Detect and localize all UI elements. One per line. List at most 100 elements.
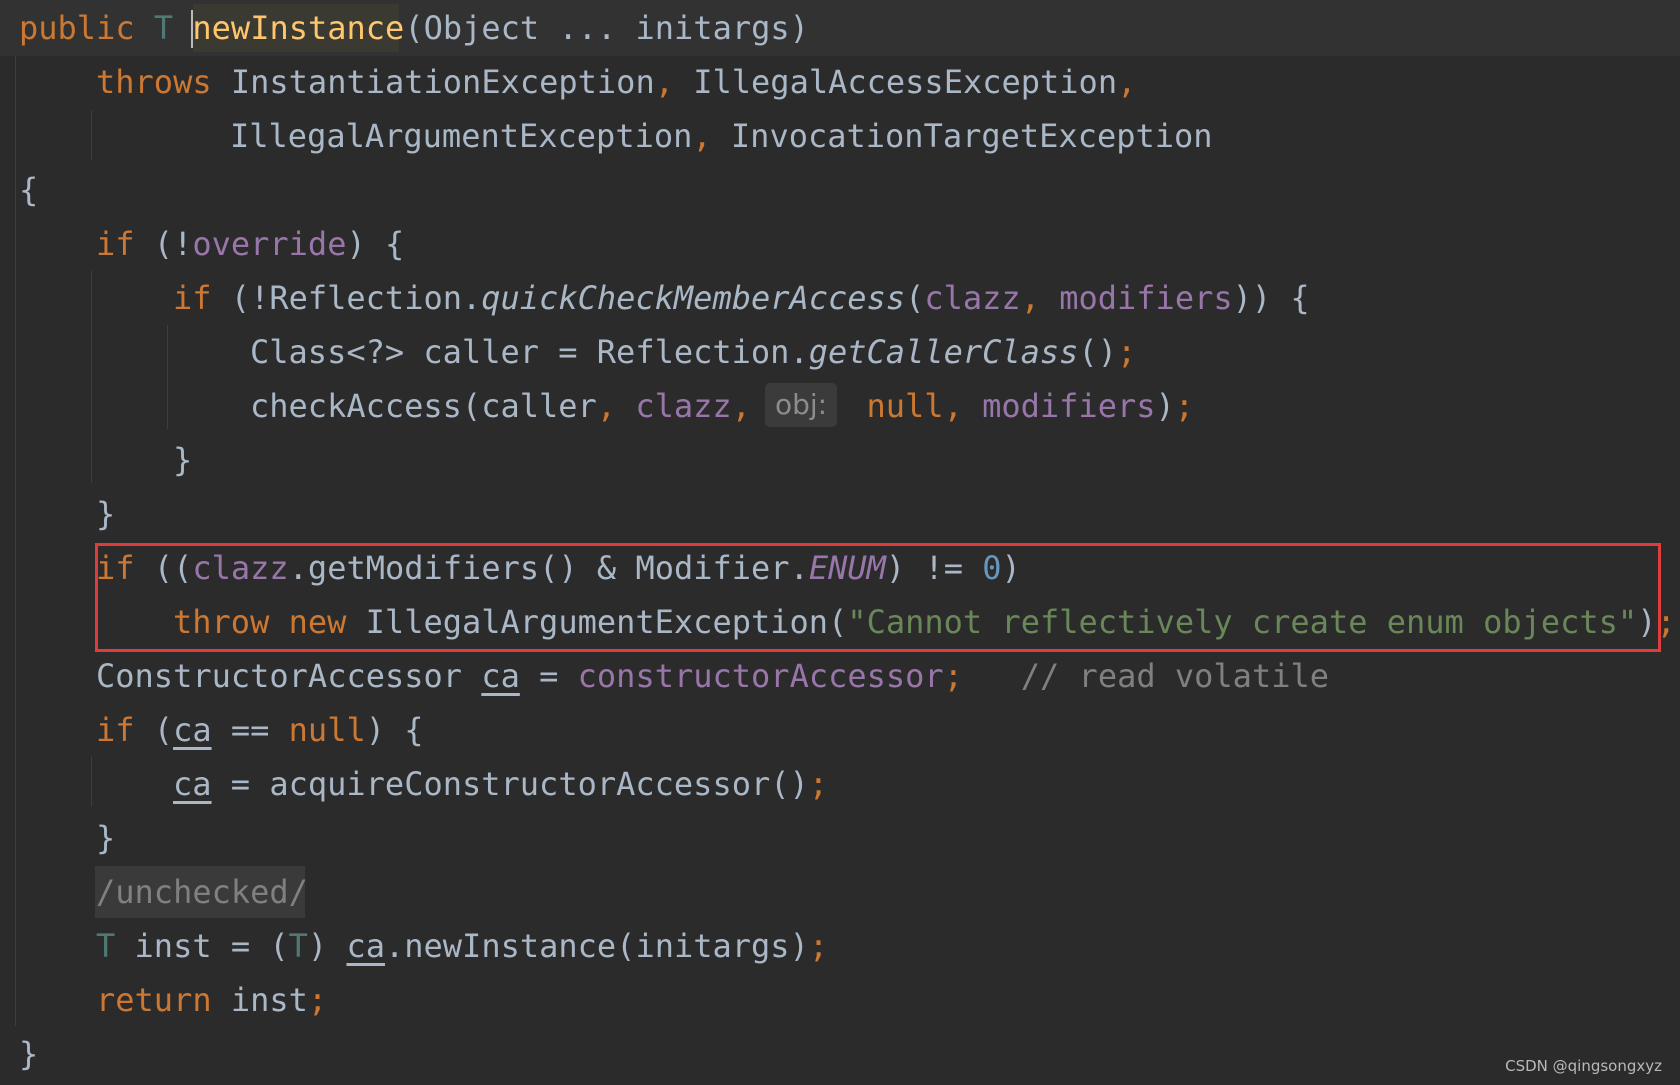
code-token: IllegalArgumentException	[230, 117, 693, 155]
code-line[interactable]: if (!override) {	[96, 217, 404, 271]
code-line[interactable]: T inst = (T) ca.newInstance(initargs);	[96, 919, 828, 973]
code-token: ,	[1117, 63, 1137, 101]
code-token: ==	[211, 711, 289, 749]
text-caret	[191, 10, 193, 48]
code-token: if	[96, 225, 154, 263]
code-token: ;	[943, 657, 1021, 695]
code-line[interactable]: return inst;	[96, 973, 327, 1027]
code-token: if	[173, 279, 231, 317]
code-token: }	[96, 495, 116, 533]
code-token: if	[96, 711, 154, 749]
code-token: )	[1155, 387, 1175, 425]
code-token: = acquireConstructorAccessor()	[211, 765, 809, 803]
code-token: // read volatile	[1020, 657, 1329, 695]
code-token: if	[96, 549, 154, 587]
code-token: ,	[596, 387, 636, 425]
code-token: )) {	[1232, 279, 1310, 317]
indent-guide	[91, 756, 92, 806]
code-line[interactable]: }	[96, 487, 115, 541]
code-token: public	[19, 9, 154, 47]
code-token: 0	[982, 549, 1002, 587]
code-token: ;	[1116, 333, 1137, 371]
code-line[interactable]: ConstructorAccessor ca = constructorAcce…	[96, 649, 1329, 703]
code-token: =	[519, 657, 578, 695]
code-token: /unchecked/	[96, 873, 308, 911]
code-token: T	[153, 9, 193, 47]
code-token: quickCheckMemberAccess	[481, 279, 906, 317]
code-token: getCallerClass	[808, 333, 1079, 371]
code-token: .newInstance(initargs)	[384, 927, 809, 965]
code-line[interactable]: throw new IllegalArgumentException("Cann…	[173, 595, 1676, 649]
code-line[interactable]: {	[19, 163, 38, 217]
code-token: clazz	[635, 387, 732, 425]
code-token: ((	[153, 549, 193, 587]
code-token: IllegalAccessException	[693, 63, 1118, 101]
code-token: (	[905, 279, 925, 317]
code-token: inst	[230, 981, 308, 1019]
code-token: constructorAccessor	[577, 657, 944, 695]
code-token: ,	[943, 387, 983, 425]
code-token: ENUM	[808, 549, 886, 587]
code-token: .getModifiers() & Modifier.	[288, 549, 809, 587]
code-token: ,	[1020, 279, 1060, 317]
code-token: ConstructorAccessor	[96, 657, 482, 695]
code-line[interactable]: if (!Reflection.quickCheckMemberAccess(c…	[173, 271, 1310, 325]
code-token: ca	[481, 657, 520, 695]
code-token: null	[288, 711, 366, 749]
code-token: ;	[808, 927, 829, 965]
code-token: throw new	[173, 603, 366, 641]
code-token: clazz	[192, 549, 289, 587]
code-line[interactable]: IllegalArgumentException, InvocationTarg…	[230, 109, 1213, 163]
code-token: }	[19, 1035, 39, 1073]
code-line[interactable]: checkAccess(caller, clazz, null, modifie…	[250, 379, 1194, 433]
code-token: IllegalArgumentException(	[365, 603, 848, 641]
code-token: )	[1001, 549, 1021, 587]
code-token: ) !=	[885, 549, 983, 587]
code-token: ) {	[365, 711, 424, 749]
code-token: ) {	[346, 225, 405, 263]
code-token: Class<?> caller = Reflection.	[250, 333, 809, 371]
code-token: ,	[731, 387, 867, 425]
code-token: inst = (	[134, 927, 289, 965]
code-token: {	[19, 171, 39, 209]
code-token: )	[307, 927, 347, 965]
code-token: (!Reflection.	[230, 279, 482, 317]
code-token: ;	[1656, 603, 1676, 641]
code-token: ;	[307, 981, 328, 1019]
code-token: throws	[96, 63, 231, 101]
code-token: checkAccess(caller	[250, 387, 597, 425]
code-line[interactable]: }	[19, 1027, 38, 1081]
watermark: CSDN @qingsongxyz	[1505, 1057, 1662, 1075]
code-token: clazz	[924, 279, 1021, 317]
code-line[interactable]: /unchecked/	[96, 865, 308, 919]
code-token: return	[96, 981, 231, 1019]
code-token: ;	[808, 765, 829, 803]
indent-guide	[15, 56, 16, 1026]
code-line[interactable]: if ((clazz.getModifiers() & Modifier.ENU…	[96, 541, 1021, 595]
code-token: )	[1637, 603, 1657, 641]
code-token: (	[153, 711, 174, 749]
code-editor[interactable]: obj: public T newInstance(Object ... ini…	[0, 0, 1680, 1085]
code-token: InvocationTargetException	[730, 117, 1213, 155]
code-token: }	[96, 819, 116, 857]
indent-guide	[167, 325, 168, 429]
code-line[interactable]: Class<?> caller = Reflection.getCallerCl…	[250, 325, 1136, 379]
code-token: T	[288, 927, 308, 965]
code-token: modifiers	[1059, 279, 1233, 317]
code-line[interactable]: public T newInstance(Object ... initargs…	[19, 1, 809, 55]
code-line[interactable]: throws InstantiationException, IllegalAc…	[96, 55, 1136, 109]
code-token: null	[866, 387, 944, 425]
code-line[interactable]: }	[96, 811, 115, 865]
code-token: ,	[692, 117, 731, 155]
code-token: T	[96, 927, 135, 965]
code-token: newInstance	[192, 9, 405, 47]
code-line[interactable]: ca = acquireConstructorAccessor();	[173, 757, 828, 811]
code-token: "Cannot reflectively create enum objects…	[847, 603, 1638, 641]
code-line[interactable]: if (ca == null) {	[96, 703, 424, 757]
code-token: }	[173, 441, 193, 479]
code-token: (!	[153, 225, 193, 263]
indent-guide	[91, 110, 92, 160]
indent-guide	[91, 271, 92, 483]
code-token: ()	[1078, 333, 1117, 371]
code-line[interactable]: }	[173, 433, 192, 487]
